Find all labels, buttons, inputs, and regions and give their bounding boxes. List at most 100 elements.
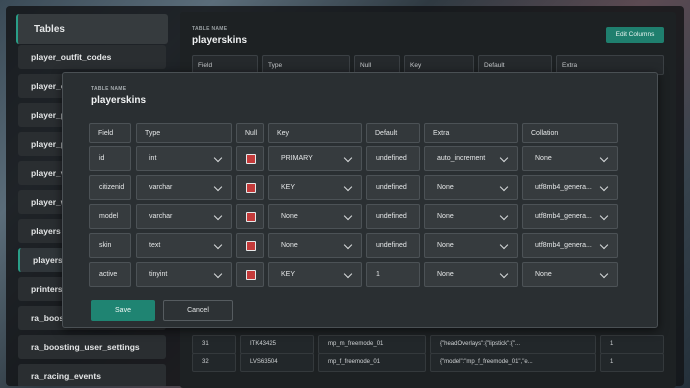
edit-columns-button[interactable]: Edit Columns — [606, 27, 664, 43]
type-value: varchar — [149, 184, 173, 191]
field-input[interactable]: active — [89, 262, 131, 287]
collation-select[interactable]: utf8mb4_genera... — [522, 233, 618, 258]
key-value: PRIMARY — [281, 155, 313, 162]
key-select[interactable]: PRIMARY — [268, 146, 362, 171]
type-value: text — [149, 242, 161, 249]
collation-select[interactable]: utf8mb4_genera... — [522, 204, 618, 229]
table-name: playerskins — [192, 35, 248, 46]
chevron-down-icon — [213, 182, 223, 192]
null-checkbox[interactable] — [246, 241, 256, 251]
chevron-down-icon — [599, 269, 609, 279]
edit-columns-modal: TABLE NAME playerskins Field Type Null K… — [62, 72, 658, 328]
type-select[interactable]: tinyint — [136, 262, 232, 287]
chevron-down-icon — [213, 240, 223, 250]
null-cell — [236, 233, 264, 258]
default-input[interactable]: 1 — [366, 262, 420, 287]
table-cell: LVS63504 — [240, 353, 314, 372]
field-input[interactable]: skin — [89, 233, 131, 258]
extra-select[interactable]: None — [424, 262, 518, 287]
key-value: None — [281, 213, 298, 220]
sidebar-item-player-outfit-codes[interactable]: player_outfit_codes — [18, 45, 166, 69]
chevron-down-icon — [213, 211, 223, 221]
column-header-field: Field — [89, 123, 131, 143]
table-cell: 32 — [192, 353, 236, 372]
chevron-down-icon — [343, 240, 353, 250]
null-cell — [236, 146, 264, 171]
collation-select[interactable]: None — [522, 262, 618, 287]
save-button[interactable]: Save — [91, 300, 155, 321]
collation-select[interactable]: utf8mb4_genera... — [522, 175, 618, 200]
type-select[interactable]: text — [136, 233, 232, 258]
extra-select[interactable]: None — [424, 175, 518, 200]
modal-table-name-label: TABLE NAME — [91, 86, 127, 92]
null-checkbox[interactable] — [246, 183, 256, 193]
column-header-collation: Collation — [522, 123, 618, 143]
column-header-default: Default — [366, 123, 420, 143]
default-input[interactable]: undefined — [366, 204, 420, 229]
column-header-extra: Extra — [424, 123, 518, 143]
null-checkbox[interactable] — [246, 270, 256, 280]
sidebar-item-ra-racing-events[interactable]: ra_racing_events — [18, 364, 166, 386]
collation-select[interactable]: None — [522, 146, 618, 171]
extra-value: None — [437, 184, 454, 191]
type-select[interactable]: varchar — [136, 204, 232, 229]
table-cell: mp_m_freemode_01 — [318, 335, 426, 354]
column-header-type: Type — [136, 123, 232, 143]
extra-select[interactable]: auto_increment — [424, 146, 518, 171]
table-cell: 1 — [600, 335, 664, 354]
table-name-label: TABLE NAME — [192, 26, 228, 32]
extra-select[interactable]: None — [424, 233, 518, 258]
null-cell — [236, 175, 264, 200]
collation-value: None — [535, 155, 552, 162]
key-select[interactable]: KEY — [268, 262, 362, 287]
default-input[interactable]: undefined — [366, 146, 420, 171]
type-select[interactable]: int — [136, 146, 232, 171]
chevron-down-icon — [599, 211, 609, 221]
extra-select[interactable]: None — [424, 204, 518, 229]
chevron-down-icon — [213, 269, 223, 279]
chevron-down-icon — [343, 269, 353, 279]
extra-value: None — [437, 213, 454, 220]
type-value: tinyint — [149, 271, 168, 278]
key-value: KEY — [281, 184, 296, 191]
extra-value: None — [437, 242, 454, 249]
collation-value: None — [535, 271, 552, 278]
key-value: KEY — [281, 271, 296, 278]
field-input[interactable]: citizenid — [89, 175, 131, 200]
default-input[interactable]: undefined — [366, 233, 420, 258]
key-select[interactable]: None — [268, 204, 362, 229]
column-header-key: Key — [268, 123, 362, 143]
chevron-down-icon — [499, 240, 509, 250]
chevron-down-icon — [599, 240, 609, 250]
table-cell: {"model":"mp_f_freemode_01","e... — [430, 353, 596, 372]
null-checkbox[interactable] — [246, 154, 256, 164]
field-input[interactable]: id — [89, 146, 131, 171]
field-input[interactable]: model — [89, 204, 131, 229]
chevron-down-icon — [343, 211, 353, 221]
table-cell: 31 — [192, 335, 236, 354]
extra-value: None — [437, 271, 454, 278]
collation-value: utf8mb4_genera... — [535, 242, 592, 249]
key-select[interactable]: KEY — [268, 175, 362, 200]
collation-value: utf8mb4_genera... — [535, 213, 592, 220]
table-cell: 1 — [600, 353, 664, 372]
default-input[interactable]: undefined — [366, 175, 420, 200]
table-cell: mp_f_freemode_01 — [318, 353, 426, 372]
cancel-button[interactable]: Cancel — [163, 300, 233, 321]
extra-value: auto_increment — [437, 155, 486, 162]
table-cell: {"headOverlays":{"lipstick":{"... — [430, 335, 596, 354]
chevron-down-icon — [599, 153, 609, 163]
type-select[interactable]: varchar — [136, 175, 232, 200]
chevron-down-icon — [499, 269, 509, 279]
modal-title: playerskins — [91, 95, 147, 106]
chevron-down-icon — [599, 182, 609, 192]
chevron-down-icon — [213, 153, 223, 163]
collation-value: utf8mb4_genera... — [535, 184, 592, 191]
key-select[interactable]: None — [268, 233, 362, 258]
chevron-down-icon — [343, 153, 353, 163]
chevron-down-icon — [499, 211, 509, 221]
table-cell: ITK43425 — [240, 335, 314, 354]
null-checkbox[interactable] — [246, 212, 256, 222]
type-value: int — [149, 155, 157, 162]
sidebar-item-ra-boosting-user-settings[interactable]: ra_boosting_user_settings — [18, 335, 166, 359]
